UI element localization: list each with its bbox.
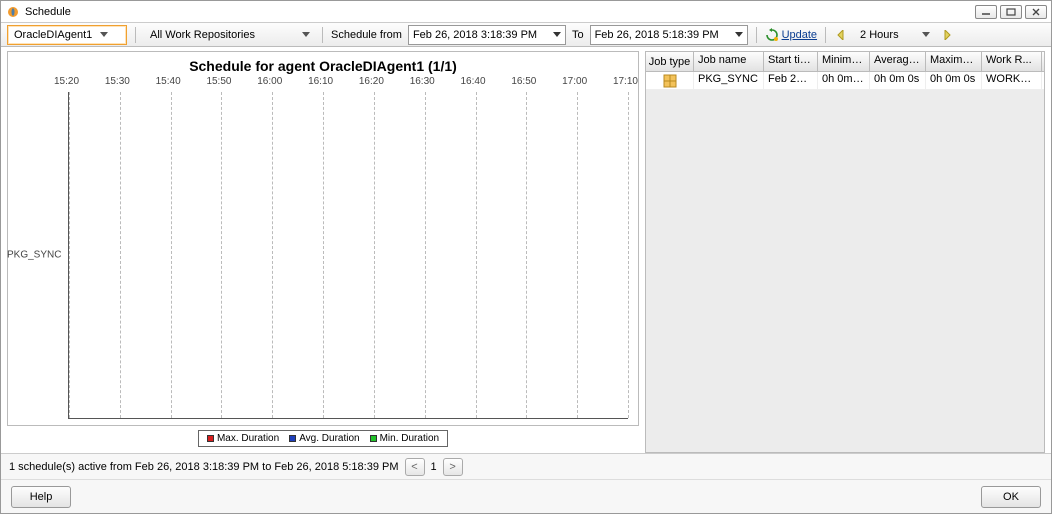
agent-select[interactable]: OracleDIAgent1 [7, 25, 127, 45]
titlebar[interactable]: Schedule [1, 1, 1051, 23]
chart-legend: Max. Duration Avg. Duration Min. Duratio… [198, 430, 448, 447]
x-tick: 16:00 [257, 76, 282, 87]
pager-prev[interactable]: < [405, 458, 425, 476]
toolbar: OracleDIAgent1 All Work Repositories Sch… [1, 23, 1051, 47]
next-range-button[interactable] [940, 28, 954, 42]
chart-plot-area: PKG_SYNC [68, 92, 628, 419]
x-tick: 16:30 [410, 76, 435, 87]
x-tick: 15:40 [156, 76, 181, 87]
job-type-icon [646, 72, 694, 89]
chevron-down-icon [100, 32, 108, 37]
legend-swatch-max [207, 435, 214, 442]
legend-swatch-min [370, 435, 377, 442]
to-date-value: Feb 26, 2018 5:18:39 PM [595, 29, 719, 41]
chevron-down-icon [553, 32, 561, 37]
col-average[interactable]: Average... [870, 52, 926, 71]
from-date-value: Feb 26, 2018 3:18:39 PM [413, 29, 537, 41]
to-date-input[interactable]: Feb 26, 2018 5:18:39 PM [590, 25, 748, 45]
x-tick: 15:20 [54, 76, 79, 87]
x-tick: 15:50 [206, 76, 231, 87]
x-tick: 17:00 [562, 76, 587, 87]
window: Schedule OracleDIAgent1 All Work Reposit… [0, 0, 1052, 514]
table-header[interactable]: Job type Job name Start time Minimu... A… [646, 52, 1044, 72]
prev-range-button[interactable] [834, 28, 848, 42]
cell-work-repo: WORKREP [982, 72, 1042, 89]
pager-page: 1 [431, 461, 437, 473]
agent-select-value: OracleDIAgent1 [14, 29, 92, 41]
separator [135, 27, 136, 43]
x-tick: 16:10 [308, 76, 333, 87]
minimize-button[interactable] [975, 5, 997, 19]
pager-next[interactable]: > [443, 458, 463, 476]
col-maximum[interactable]: Maximu... [926, 52, 982, 71]
cell-minimum: 0h 0m 0s [818, 72, 870, 89]
jobs-table-panel: Job type Job name Start time Minimu... A… [645, 51, 1045, 453]
range-select-value: 2 Hours [860, 29, 899, 41]
chart-y-label: PKG_SYNC [7, 250, 61, 261]
legend-label: Max. Duration [217, 433, 279, 444]
legend-label: Avg. Duration [299, 433, 359, 444]
statusbar: 1 schedule(s) active from Feb 26, 2018 3… [1, 453, 1051, 479]
x-tick: 17:10 [613, 76, 638, 87]
col-job-name[interactable]: Job name [694, 52, 764, 71]
col-start-time[interactable]: Start time [764, 52, 818, 71]
cell-job-name: PKG_SYNC [694, 72, 764, 89]
chart-title: Schedule for agent OracleDIAgent1 (1/1) [8, 52, 638, 76]
chevron-down-icon [735, 32, 743, 37]
col-job-type[interactable]: Job type [646, 52, 694, 71]
cell-start-time: Feb 26, ... [764, 72, 818, 89]
col-minimum[interactable]: Minimu... [818, 52, 870, 71]
table-body[interactable]: PKG_SYNC Feb 26, ... 0h 0m 0s 0h 0m 0s 0… [646, 72, 1044, 452]
to-label: To [572, 29, 584, 41]
legend-swatch-avg [289, 435, 296, 442]
update-label: Update [782, 29, 817, 41]
chart-x-axis: 15:20 15:30 15:40 15:50 16:00 16:10 16:2… [68, 76, 628, 92]
window-title: Schedule [25, 6, 971, 18]
cell-average: 0h 0m 0s [870, 72, 926, 89]
help-button[interactable]: Help [11, 486, 71, 508]
app-icon [5, 4, 21, 20]
close-button[interactable] [1025, 5, 1047, 19]
separator [825, 27, 826, 43]
x-tick: 16:40 [461, 76, 486, 87]
refresh-icon [765, 28, 779, 42]
footer: Help OK [1, 479, 1051, 513]
chevron-down-icon [302, 32, 310, 37]
repo-select[interactable]: All Work Repositories [144, 25, 314, 45]
legend-label: Min. Duration [380, 433, 439, 444]
status-text: 1 schedule(s) active from Feb 26, 2018 3… [9, 461, 399, 473]
x-tick: 15:30 [105, 76, 130, 87]
col-work-repo[interactable]: Work R... [982, 52, 1042, 71]
table-row[interactable]: PKG_SYNC Feb 26, ... 0h 0m 0s 0h 0m 0s 0… [646, 72, 1044, 90]
repo-select-value: All Work Repositories [150, 29, 255, 41]
from-date-input[interactable]: Feb 26, 2018 3:18:39 PM [408, 25, 566, 45]
chart: Schedule for agent OracleDIAgent1 (1/1) … [7, 51, 639, 426]
chart-panel: Schedule for agent OracleDIAgent1 (1/1) … [7, 51, 639, 453]
cell-maximum: 0h 0m 0s [926, 72, 982, 89]
schedule-from-label: Schedule from [331, 29, 402, 41]
x-tick: 16:50 [511, 76, 536, 87]
maximize-button[interactable] [1000, 5, 1022, 19]
update-button[interactable]: Update [765, 28, 817, 42]
separator [322, 27, 323, 43]
range-select[interactable]: 2 Hours [854, 25, 934, 45]
chevron-down-icon [922, 32, 930, 37]
separator [756, 27, 757, 43]
ok-button[interactable]: OK [981, 486, 1041, 508]
content-area: Schedule for agent OracleDIAgent1 (1/1) … [1, 47, 1051, 453]
x-tick: 16:20 [359, 76, 384, 87]
